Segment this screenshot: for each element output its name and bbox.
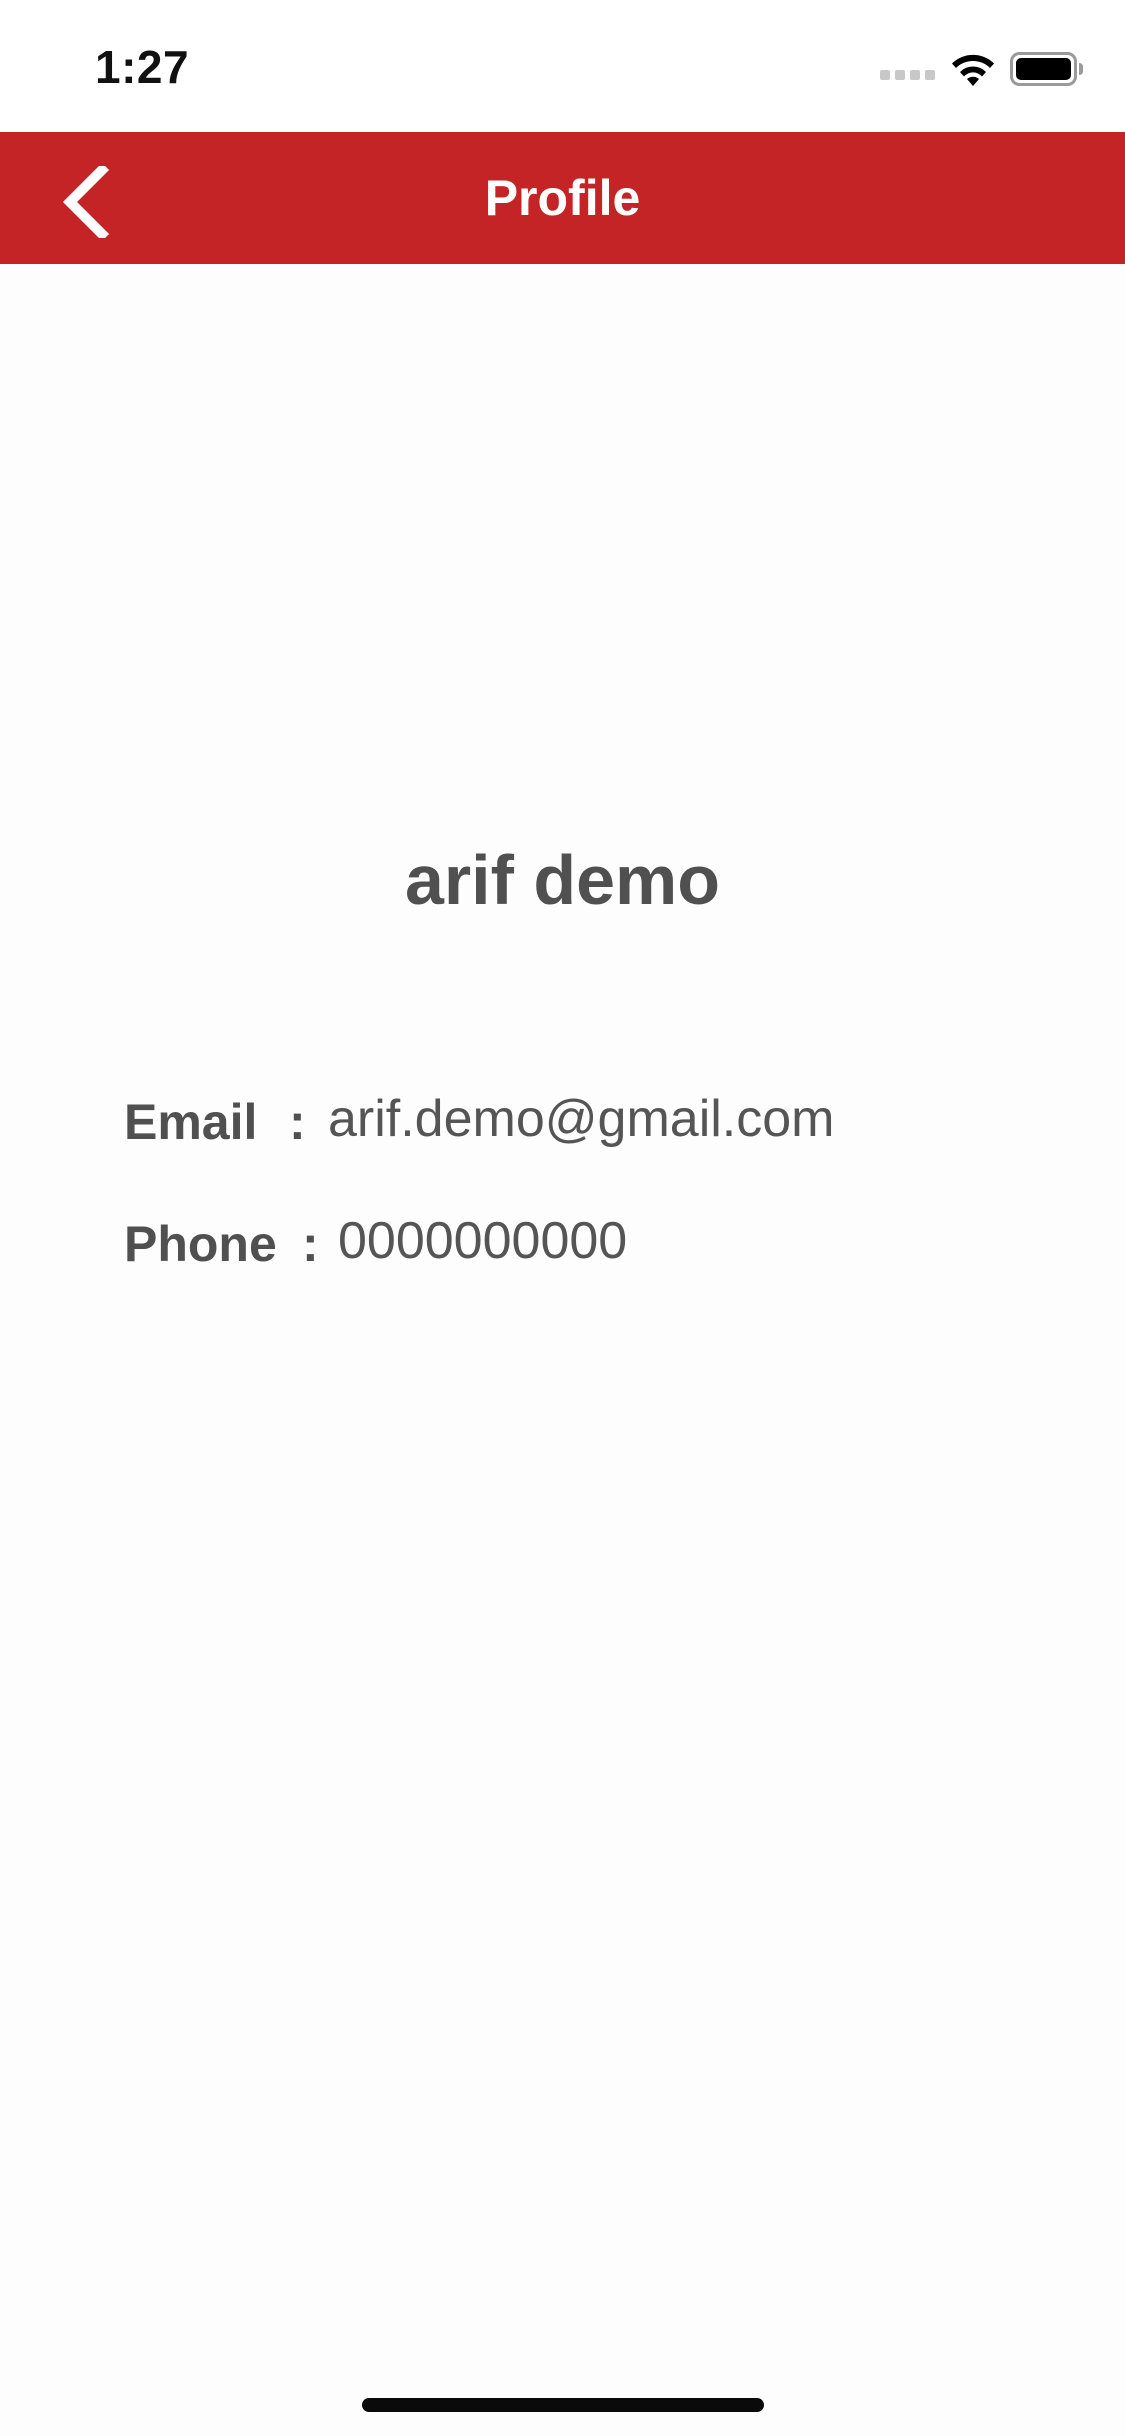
status-bar: 1:27 <box>0 0 1125 132</box>
battery-icon <box>1010 52 1083 86</box>
email-separator: : <box>289 1094 306 1150</box>
home-indicator[interactable] <box>362 2398 764 2412</box>
navigation-bar: Profile <box>0 132 1125 264</box>
email-label: Email <box>124 1094 258 1150</box>
email-value: arif.demo@gmail.com <box>328 1090 835 1148</box>
chevron-left-icon <box>62 166 110 238</box>
status-time: 1:27 <box>95 41 190 93</box>
page-title: Profile <box>484 170 641 226</box>
profile-name: arif demo <box>404 841 721 919</box>
phone-separator: : <box>302 1216 319 1272</box>
back-button[interactable] <box>40 154 140 242</box>
phone-label: Phone <box>124 1216 277 1272</box>
wifi-icon <box>952 54 994 86</box>
phone-value: 0000000000 <box>338 1212 628 1270</box>
cellular-signal-icon <box>880 70 935 80</box>
